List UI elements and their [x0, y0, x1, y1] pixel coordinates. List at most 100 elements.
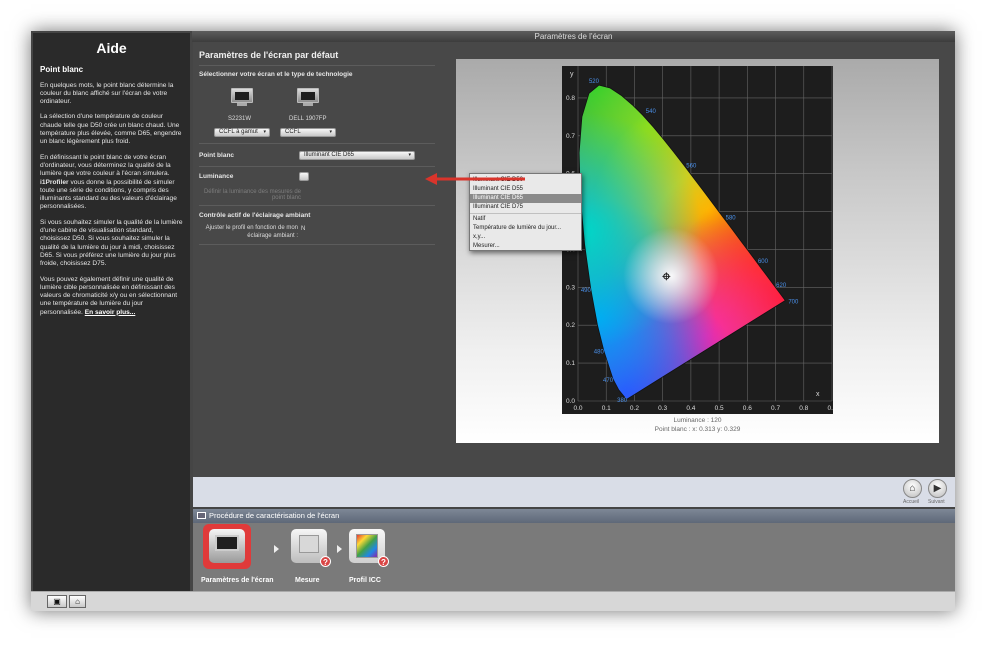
- x-tick-label: 0.7: [771, 405, 780, 412]
- y-tick-label: 0.1: [566, 360, 575, 367]
- question-badge-icon: ?: [320, 556, 331, 567]
- ambient-value[interactable]: N: [301, 226, 305, 232]
- help-paragraph: Si vous souhaitez simuler la qualité de …: [40, 218, 183, 268]
- wavelength-label: 580: [726, 216, 737, 222]
- cie-chart-panel: 0.0 0.1 0.2 0.3 0.4 0.5 0.6 0.7 0.8 0.9 0.0 0.1 0.2 0…: [456, 57, 939, 443]
- technology-dropdown[interactable]: CCFL à gamut ▾: [214, 128, 270, 137]
- step-label: Paramètres de l'écran: [201, 577, 274, 584]
- menu-item[interactable]: Illuminant CIE D65: [470, 194, 581, 203]
- wavelength-label: 600: [758, 259, 769, 265]
- monitor-icon[interactable]: [231, 88, 253, 106]
- luminance-caption: Luminance : 120: [673, 417, 722, 424]
- ambient-title: Contrôle actif de l'éclairage ambiant: [199, 212, 311, 219]
- y-tick-label: 0.8: [566, 95, 575, 102]
- window-title: Paramètres de l'écran: [192, 31, 955, 42]
- x-tick-label: 0.2: [630, 405, 639, 412]
- next-button[interactable]: ▶: [928, 479, 947, 498]
- x-tick-label: 0.6: [743, 405, 752, 412]
- y-tick-label: 0.7: [566, 133, 575, 140]
- wavelength-label: 560: [686, 163, 697, 169]
- select-display-label: Sélectionner votre écran et le type de t…: [199, 71, 353, 78]
- display-settings-icon: [209, 529, 245, 563]
- chevron-down-icon: ▾: [408, 152, 411, 158]
- x-tick-label: 0.9: [827, 405, 833, 412]
- x-tick-label: 0.0: [573, 405, 582, 412]
- question-badge-icon: ?: [378, 556, 389, 567]
- x-tick-label: 0.5: [715, 405, 724, 412]
- help-subtitle: Point blanc: [40, 65, 84, 75]
- step-label: Profil ICC: [349, 577, 381, 584]
- app-window: Paramètres de l'écran Aide Point blanc E…: [31, 31, 955, 611]
- bottom-toolbar: ▣ ⌂: [31, 591, 955, 611]
- workflow-header: Procédure de caractérisation de l'écran: [193, 509, 955, 523]
- wavelength-label: 470: [603, 378, 614, 384]
- chevron-down-icon: ▾: [329, 129, 332, 135]
- fullscreen-icon: ▣: [53, 597, 61, 606]
- menu-item[interactable]: Illuminant CIE D75: [470, 203, 581, 212]
- home-label: Accueil: [903, 499, 920, 505]
- monitor-icon: [197, 512, 206, 519]
- home-small-button[interactable]: ⌂: [69, 595, 86, 608]
- home-icon: ⌂: [75, 597, 80, 606]
- monitor-icon[interactable]: [297, 88, 319, 106]
- monitor-name: S2231W: [228, 116, 252, 122]
- wavelength-label: 380: [617, 398, 628, 404]
- dropdown-value: CCFL: [285, 129, 301, 135]
- workflow-steps: Paramètres de l'écran ? Mesure ? Profil …: [193, 523, 955, 591]
- cie-chart-background: 0.0 0.1 0.2 0.3 0.4 0.5 0.6 0.7 0.8 0.9 0.0 0.1 0.2 0…: [562, 57, 837, 414]
- dropdown-value: Illuminant CIE D65: [304, 152, 355, 158]
- wavelength-label: 620: [776, 283, 787, 289]
- white-point-label: Point blanc: [199, 152, 235, 159]
- play-icon: ▶: [933, 483, 942, 494]
- help-paragraph: La sélection d'une température de couleu…: [40, 113, 182, 146]
- menu-item[interactable]: Mesurer...: [470, 242, 581, 251]
- wavelength-label: 480: [594, 350, 605, 356]
- divider: [199, 166, 435, 167]
- learn-more-link[interactable]: En savoir plus...: [85, 309, 136, 316]
- x-tick-label: 0.1: [602, 405, 611, 412]
- y-axis-label: y: [570, 71, 574, 78]
- navigation-footer: ⌂ ▶ Accueil Suivant: [193, 477, 955, 507]
- y-tick-label: 0.0: [566, 398, 575, 405]
- ambient-adjust-label: Ajuster le profil en fonction de mon écl…: [205, 225, 298, 239]
- step-icc-profile[interactable]: ?: [343, 524, 391, 569]
- cie-chromaticity-chart: 0.0 0.1 0.2 0.3 0.4 0.5 0.6 0.7 0.8 0.9 0.0 0.1 0.2 0…: [566, 57, 837, 412]
- chevron-down-icon: ▾: [263, 129, 266, 135]
- step-label: Mesure: [295, 577, 320, 584]
- menu-item[interactable]: Natif: [470, 215, 581, 224]
- wavelength-label: 540: [646, 109, 657, 115]
- chevron-right-icon: [337, 545, 342, 553]
- home-icon: ⌂: [909, 483, 916, 494]
- x-tick-label: 0.8: [799, 405, 808, 412]
- divider: [199, 205, 435, 206]
- monitor-name: DELL 1907FP: [289, 116, 327, 122]
- white-point-dropdown[interactable]: Illuminant CIE D65 ▾: [299, 151, 415, 160]
- divider: [199, 244, 435, 245]
- dropdown-value: CCFL à gamut: [219, 129, 258, 135]
- wavelength-label: 520: [589, 79, 600, 85]
- home-button[interactable]: ⌂: [903, 479, 922, 498]
- step-measure[interactable]: ?: [285, 524, 333, 569]
- help-brand: i1Profiler: [40, 178, 69, 186]
- main-panel: Paramètres de l'écran par défaut Sélecti…: [193, 42, 955, 477]
- next-label: Suivant: [928, 499, 945, 505]
- x-tick-label: 0.4: [686, 405, 695, 412]
- help-paragraph: En définissant le point blanc de votre é…: [40, 154, 183, 212]
- wavelength-label: 700: [788, 299, 799, 305]
- wavelength-label: 490: [581, 288, 592, 294]
- step-display-settings[interactable]: [203, 524, 251, 569]
- workflow-title: Procédure de caractérisation de l'écran: [209, 511, 340, 520]
- y-tick-label: 0.2: [566, 322, 575, 329]
- luminance-label: Luminance: [199, 173, 234, 180]
- menu-item[interactable]: Température de lumière du jour...: [470, 224, 581, 233]
- fullscreen-button[interactable]: ▣: [47, 595, 67, 608]
- white-point-caption: Point blanc : x: 0.313 y: 0.329: [654, 426, 741, 433]
- arrow-head: [425, 173, 437, 185]
- section-title: Paramètres de l'écran par défaut: [199, 50, 339, 60]
- red-arrow-annotation: [425, 173, 525, 185]
- luminance-dropdown[interactable]: [299, 172, 309, 181]
- menu-item[interactable]: x,y...: [470, 233, 581, 242]
- help-paragraph: Vous pouvez également définir une qualit…: [40, 276, 183, 317]
- technology-dropdown[interactable]: CCFL ▾: [280, 128, 336, 137]
- gamut-white-region: [623, 227, 720, 324]
